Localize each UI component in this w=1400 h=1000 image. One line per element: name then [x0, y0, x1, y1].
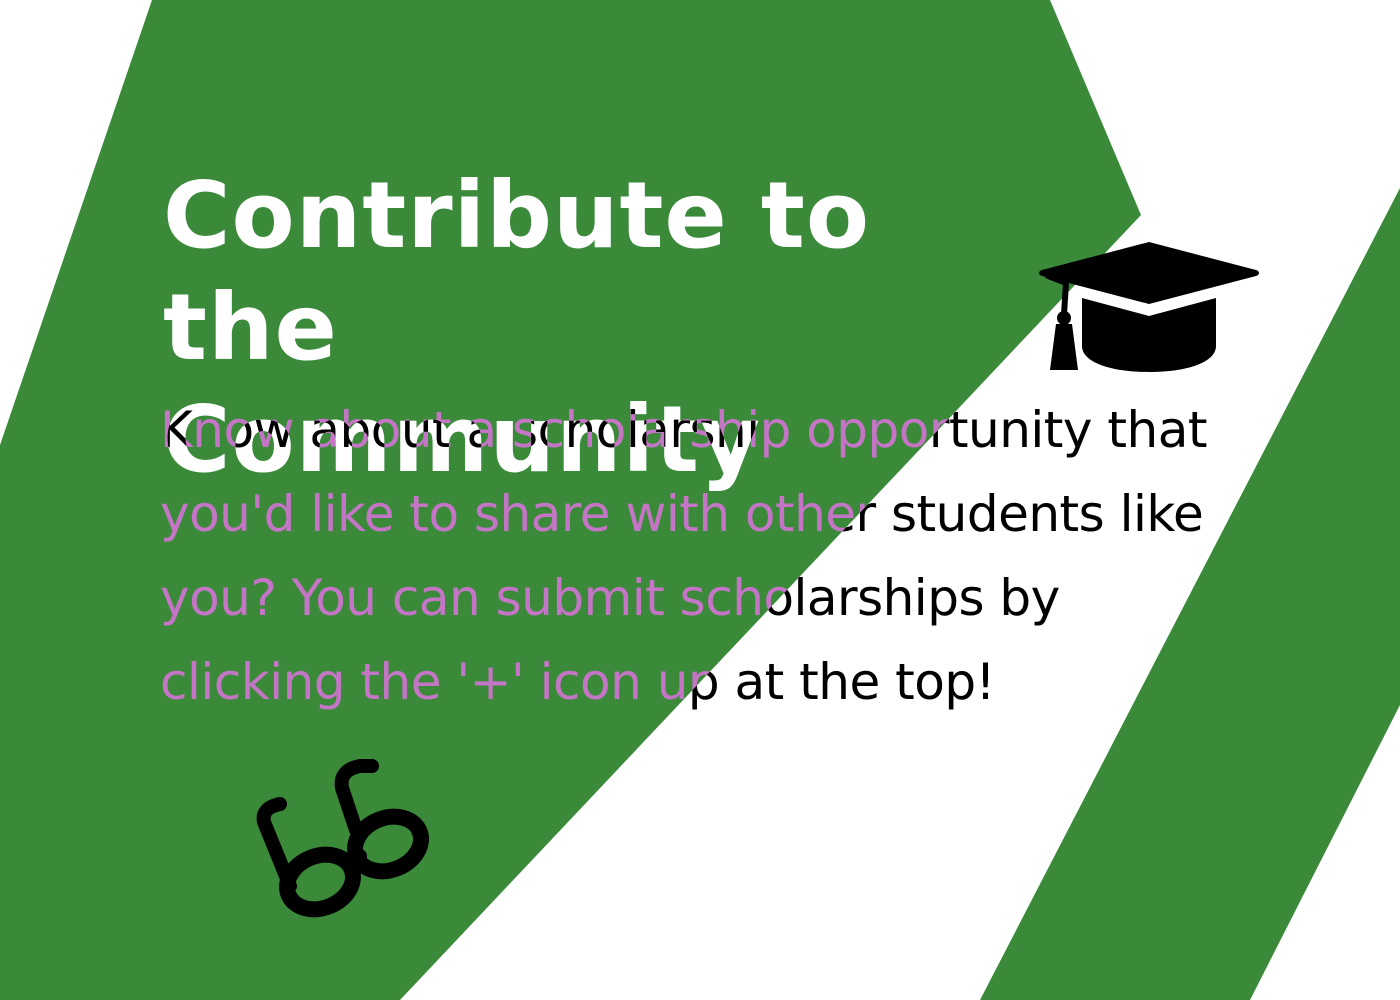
- body-text: Know about a scholarship opportunity tha…: [160, 401, 1207, 711]
- contribute-card: Contribute to the Community Know about a …: [0, 0, 1400, 1000]
- headline-line-1: Contribute to the: [163, 162, 871, 381]
- glasses-icon: [256, 759, 429, 918]
- graduation-cap-icon: [1039, 242, 1259, 372]
